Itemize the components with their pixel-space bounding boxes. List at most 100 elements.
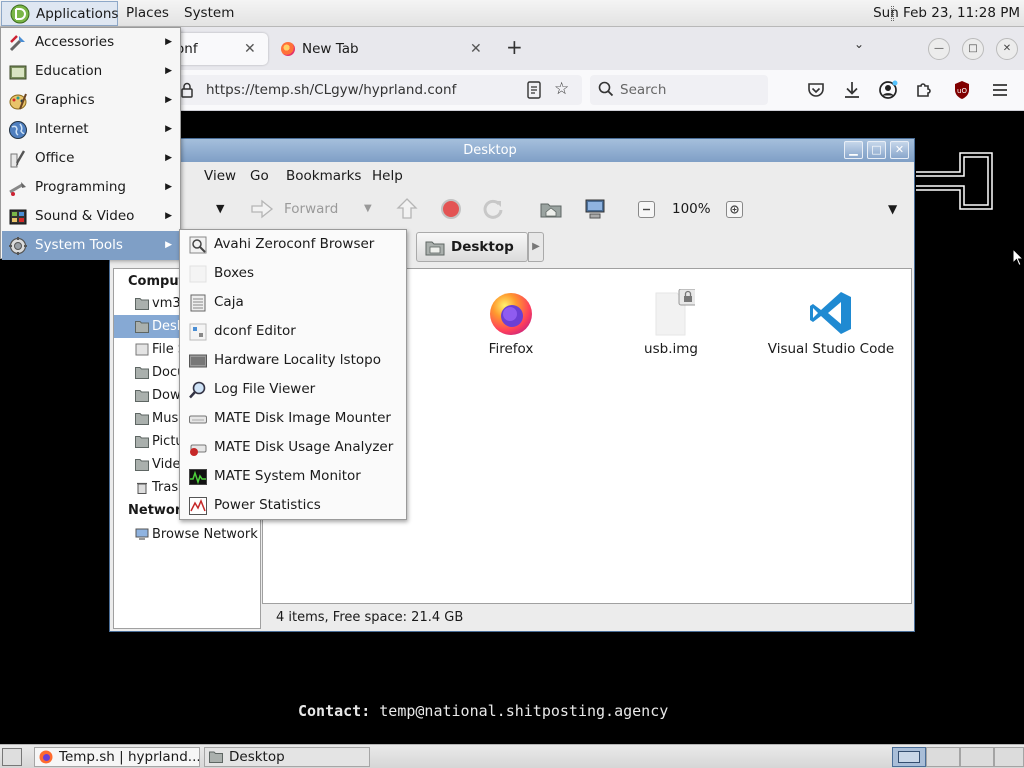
maximize-button[interactable]: □ (962, 38, 984, 60)
forward-button[interactable]: Forward (284, 190, 338, 228)
desktop-icon-firefox[interactable]: Firefox (441, 289, 581, 357)
menu-item-avahi-zeroconf-browser[interactable]: Avahi Zeroconf Browser (181, 230, 406, 259)
home-folder-icon[interactable] (540, 198, 562, 220)
search-input[interactable]: Search (590, 75, 768, 105)
desktop-background-shape (916, 152, 993, 210)
zoom-in-button[interactable] (726, 201, 743, 218)
menu-help[interactable]: Help (372, 162, 403, 190)
menu-item-label: Boxes (214, 265, 255, 281)
menu-item-accessories[interactable]: Accessories ▶ (2, 28, 180, 57)
stop-icon[interactable] (440, 198, 462, 220)
lock-icon[interactable] (180, 82, 194, 98)
show-desktop-icon[interactable] (2, 748, 22, 766)
trash-icon (137, 482, 147, 494)
contact-label: Contact: (298, 702, 371, 720)
menu-item-office[interactable]: Office ▶ (2, 144, 180, 173)
close-tab-icon[interactable]: ✕ (244, 33, 256, 65)
menu-item-label: Office (35, 150, 75, 166)
menu-item-label: Internet (35, 121, 89, 137)
tab-label: New Tab (302, 41, 359, 57)
reload-icon[interactable] (482, 198, 504, 220)
tab-new-tab[interactable]: New Tab ✕ (272, 33, 494, 65)
sidebar-item-label: Musi (152, 411, 182, 426)
taskbar-item-firefox[interactable]: Temp.sh | hyprland.... (34, 747, 200, 767)
submenu-arrow-icon: ▶ (165, 211, 172, 221)
disk-usage-analyzer-icon (190, 444, 207, 456)
desktop-icon-usb-img[interactable]: usb.img (601, 289, 741, 357)
firefox-icon (490, 293, 532, 335)
menu-item-label: MATE System Monitor (214, 468, 361, 484)
system-menu-button[interactable]: System (176, 1, 236, 26)
desktop-icon-visual-studio-code[interactable]: Visual Studio Code (761, 289, 901, 357)
extensions-puzzle-icon[interactable] (914, 80, 934, 100)
system-tools-submenu: Avahi Zeroconf Browser Boxes Caja dconf … (179, 229, 407, 520)
menu-item-programming[interactable]: Programming ▶ (2, 173, 180, 202)
forward-arrow-icon[interactable] (250, 198, 274, 220)
toolbar-overflow-icon[interactable]: ▼ (888, 190, 897, 228)
pocket-icon[interactable] (806, 80, 826, 100)
path-scroll-right-icon[interactable]: ▶ (528, 232, 544, 262)
workspace-3[interactable] (960, 747, 994, 767)
boxes-icon (189, 265, 207, 283)
folder-icon (135, 367, 149, 379)
workspace-1[interactable] (892, 747, 926, 767)
hamburger-menu-icon[interactable] (990, 80, 1010, 100)
close-tab-icon[interactable]: ✕ (470, 33, 482, 65)
workspace-2[interactable] (926, 747, 960, 767)
dconf-editor-icon (189, 323, 207, 341)
caja-title-bar[interactable]: Desktop ▁ □ ✕ (110, 139, 914, 162)
menu-item-hardware-locality-lstopo[interactable]: Hardware Locality lstopo (181, 346, 406, 375)
ublock-origin-icon[interactable]: uO (952, 80, 972, 100)
menu-go[interactable]: Go (250, 162, 269, 190)
taskbar-item-desktop[interactable]: Desktop (204, 747, 370, 767)
bottom-panel: Temp.sh | hyprland.... Desktop (0, 744, 1024, 768)
menu-item-label: Education (35, 63, 103, 79)
graphics-icon (9, 93, 27, 110)
menu-item-dconf-editor[interactable]: dconf Editor (181, 317, 406, 346)
caja-toolbar: k ▼ Forward ▼ 100% ▼ (110, 190, 914, 228)
download-icon[interactable] (842, 80, 862, 100)
computer-icon[interactable] (584, 198, 606, 220)
zoom-out-button[interactable] (638, 201, 655, 218)
workspace-4[interactable] (994, 747, 1024, 767)
menu-item-boxes[interactable]: Boxes (181, 259, 406, 288)
power-statistics-icon (189, 497, 207, 515)
sidebar-item-browse-network[interactable]: Browse Network (114, 523, 260, 546)
minimize-button[interactable]: ▁ (844, 141, 863, 159)
new-tab-plus-icon[interactable]: + (506, 35, 523, 59)
close-button[interactable]: ✕ (996, 38, 1018, 60)
up-arrow-icon[interactable] (396, 198, 418, 220)
menu-item-mate-disk-image-mounter[interactable]: MATE Disk Image Mounter (181, 404, 406, 433)
menu-item-mate-disk-usage-analyzer[interactable]: MATE Disk Usage Analyzer (181, 433, 406, 462)
menu-view[interactable]: View (204, 162, 236, 190)
applications-menu-button[interactable]: Applications (1, 1, 118, 26)
path-button-desktop[interactable]: Desktop (416, 232, 528, 262)
vscode-icon (810, 292, 851, 334)
reader-view-icon[interactable] (526, 81, 542, 99)
menu-item-mate-system-monitor[interactable]: MATE System Monitor (181, 462, 406, 491)
menu-item-label: Caja (214, 294, 244, 310)
menu-item-power-statistics[interactable]: Power Statistics (181, 491, 406, 520)
menu-item-log-file-viewer[interactable]: Log File Viewer (181, 375, 406, 404)
menu-item-internet[interactable]: Internet ▶ (2, 115, 180, 144)
maximize-button[interactable]: □ (867, 141, 886, 159)
places-menu-button[interactable]: Places (118, 1, 176, 26)
menu-item-caja[interactable]: Caja (181, 288, 406, 317)
menu-item-system-tools[interactable]: System Tools ▶ (2, 231, 180, 260)
menu-bookmarks[interactable]: Bookmarks (286, 162, 361, 190)
tab-list-chevron-icon[interactable]: ⌄ (854, 37, 864, 51)
menu-item-education[interactable]: Education ▶ (2, 57, 180, 86)
mouse-cursor-icon (1012, 248, 1024, 267)
minimize-button[interactable]: — (928, 38, 950, 60)
menu-item-sound-video[interactable]: Sound & Video ▶ (2, 202, 180, 231)
panel-clock[interactable]: Sun Feb 23, 11:28 PM (873, 1, 1020, 26)
menu-item-graphics[interactable]: Graphics ▶ (2, 86, 180, 115)
close-button[interactable]: ✕ (890, 141, 909, 159)
hardware-locality-icon (189, 354, 207, 368)
back-dropdown-icon[interactable]: ▼ (216, 190, 224, 228)
forward-dropdown-icon[interactable]: ▼ (364, 190, 372, 228)
bookmark-star-icon[interactable]: ☆ (554, 79, 569, 99)
url-bar[interactable]: https://temp.sh/CLgyw/hyprland.conf ☆ (172, 75, 582, 105)
account-icon[interactable] (878, 80, 898, 100)
submenu-arrow-icon: ▶ (165, 124, 172, 134)
